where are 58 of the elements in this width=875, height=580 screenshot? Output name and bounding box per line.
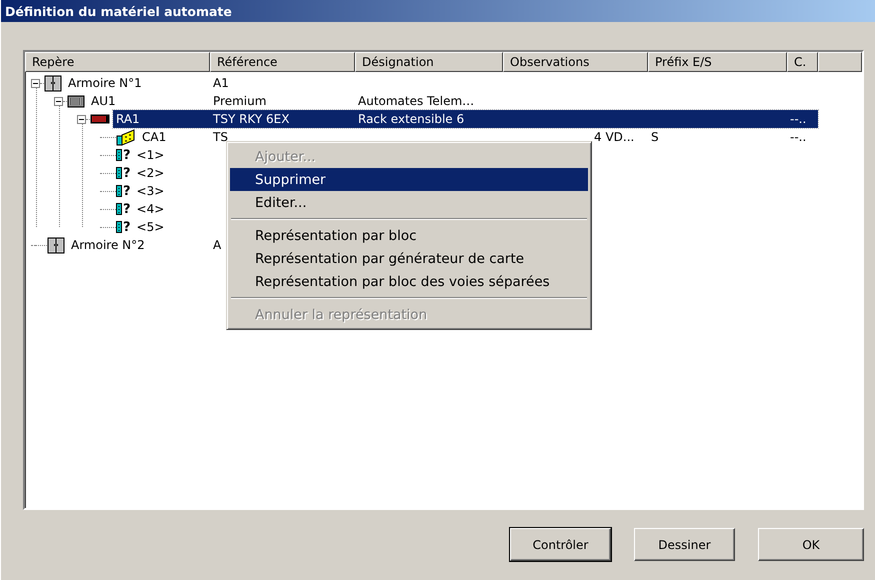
tree-item[interactable]: <5> <box>136 220 164 234</box>
table-cell: TSY RKY 6EX <box>213 112 290 126</box>
column-header[interactable]: Observations <box>503 52 648 72</box>
table-cell: S <box>651 130 659 144</box>
collapse-toggle[interactable] <box>31 78 40 88</box>
menu-item[interactable]: Représentation par générateur de carte <box>230 247 588 270</box>
menu-item[interactable]: Supprimer <box>230 168 588 191</box>
cabinet-icon <box>47 236 65 254</box>
minus-icon <box>79 118 84 120</box>
table-cell: 4 VD... <box>594 130 634 144</box>
dialog-button[interactable]: OK <box>758 528 864 561</box>
table-cell: --.. <box>790 130 806 144</box>
column-header[interactable]: C. <box>787 52 818 72</box>
column-header[interactable]: Référence <box>210 52 355 72</box>
window-title: Définition du matériel automate <box>1 0 875 22</box>
slot-icon <box>116 149 122 161</box>
tree-item[interactable]: CA1 <box>142 130 166 144</box>
slot-icon <box>116 221 122 233</box>
question-mark: ? <box>123 202 131 216</box>
question-mark: ? <box>123 184 131 198</box>
slot-icon <box>116 167 122 179</box>
table-cell: --.. <box>790 112 806 126</box>
table-cell: A1 <box>213 76 229 90</box>
collapse-toggle[interactable] <box>54 96 63 106</box>
tree-item[interactable]: <4> <box>136 202 164 216</box>
question-mark: ? <box>123 166 131 180</box>
minus-icon <box>56 100 61 102</box>
table-cell: Premium <box>213 94 266 108</box>
cabinet-icon <box>44 74 62 92</box>
dialog-button[interactable]: Contrôler <box>510 528 611 561</box>
column-header[interactable]: Repère <box>25 52 210 72</box>
column-header[interactable]: Préfix E/S <box>648 52 787 72</box>
card-icon <box>116 128 136 146</box>
rack-icon <box>90 114 110 124</box>
tree-item[interactable]: <1> <box>136 148 164 162</box>
selected-row[interactable]: RA1 TSY RKY 6EX Rack extensible 6 --.. <box>113 110 818 128</box>
menu-item[interactable]: Représentation par bloc des voies séparées <box>230 270 588 293</box>
plc-icon <box>67 94 85 108</box>
column-header[interactable]: Désignation <box>355 52 503 72</box>
tree-item[interactable]: Armoire N°1 <box>68 76 142 90</box>
slot-icon <box>116 185 122 197</box>
tree-item[interactable]: Armoire N°2 <box>71 238 145 252</box>
tree-item[interactable]: <2> <box>136 166 164 180</box>
menu-item[interactable]: Représentation par bloc <box>230 224 588 247</box>
table-cell: TS <box>213 130 228 144</box>
table-cell: A <box>213 238 222 252</box>
collapse-toggle[interactable] <box>77 114 86 124</box>
tree-item[interactable]: RA1 <box>116 112 140 126</box>
minus-icon <box>33 82 38 84</box>
table-cell: Automates Telem… <box>358 94 474 108</box>
question-mark: ? <box>123 148 131 162</box>
question-mark: ? <box>123 220 131 234</box>
menu-item[interactable]: Editer... <box>230 191 588 214</box>
dialog-button[interactable]: Dessiner <box>634 528 735 561</box>
table-cell: Rack extensible 6 <box>358 112 464 126</box>
slot-icon <box>116 203 122 215</box>
tree-item[interactable]: AU1 <box>91 94 116 108</box>
tree-item[interactable]: <3> <box>136 184 164 198</box>
